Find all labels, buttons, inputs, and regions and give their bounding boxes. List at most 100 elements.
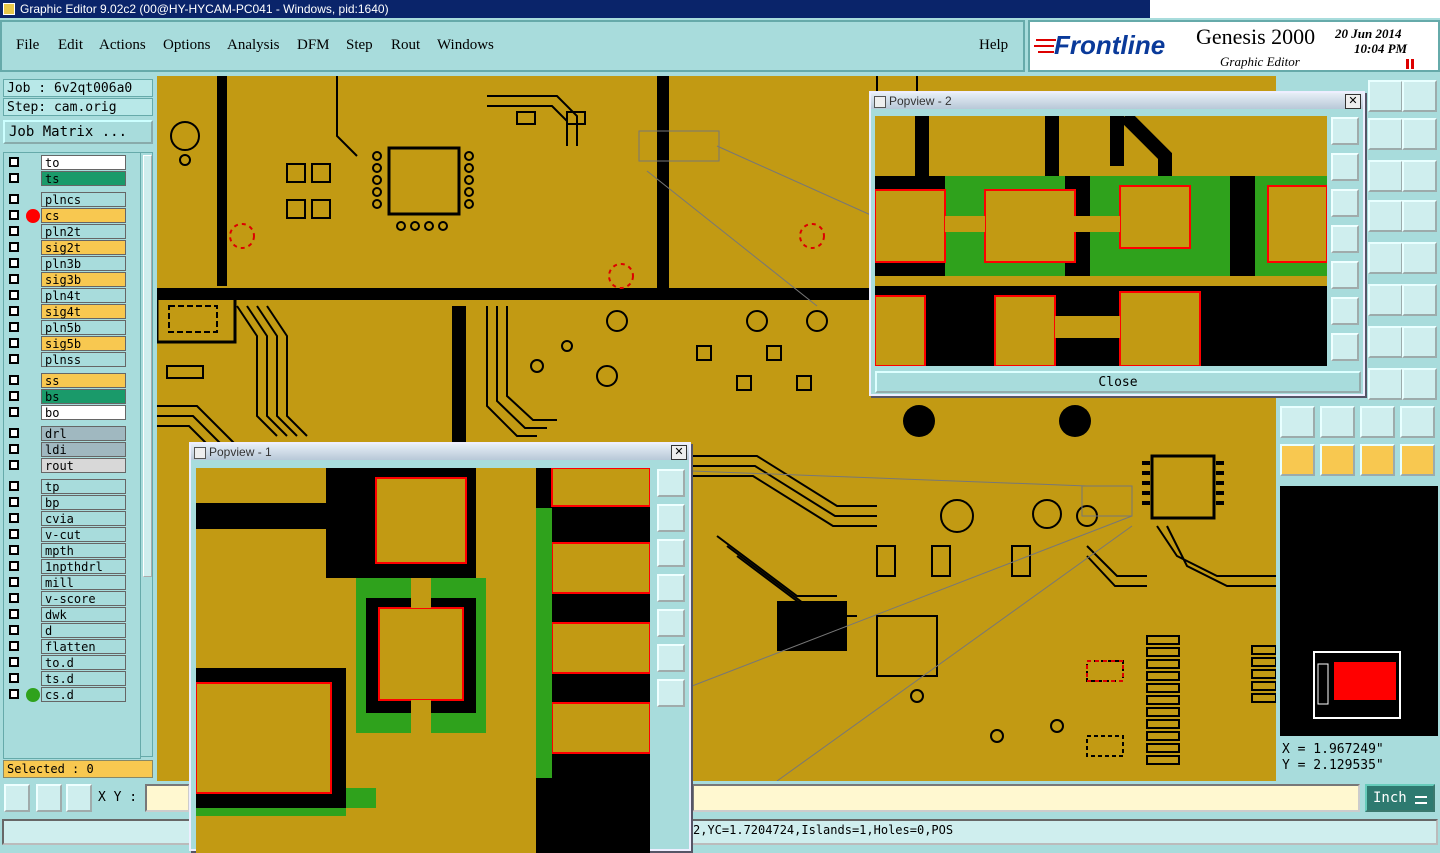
layer-name[interactable]: cs [41,208,126,223]
layer-name[interactable]: sig4t [41,304,126,319]
popview-2-down-icon[interactable] [1331,189,1359,217]
layer-name[interactable]: tp [41,479,126,494]
menu-edit[interactable]: Edit [58,37,83,54]
popview-2-close-button[interactable]: Close [875,371,1361,393]
popview-2-left-icon[interactable] [1331,225,1359,253]
layer-checkbox[interactable] [9,428,19,438]
layer-checkbox[interactable] [9,391,19,401]
layer-name[interactable]: mill [41,575,126,590]
layer-checkbox[interactable] [9,625,19,635]
layer-checkbox[interactable] [9,210,19,220]
layer-row[interactable]: ss [6,373,126,389]
layer-name[interactable]: ts [41,171,126,186]
layer-row[interactable]: ts.d [6,671,126,687]
layer-row[interactable]: bo [6,405,126,421]
layer-row[interactable]: sig4t [6,304,126,320]
layer-compare-icon[interactable] [1368,200,1403,232]
layer-name[interactable]: pln3b [41,256,126,271]
layer-row[interactable]: v-score [6,591,126,607]
pause-icon[interactable] [1406,59,1416,69]
layer-row[interactable]: v-cut [6,527,126,543]
close-icon[interactable]: ✕ [671,445,687,460]
layer-name[interactable]: v-score [41,591,126,606]
scale-1-2-icon[interactable] [1368,160,1403,192]
layer-row[interactable]: to.d [6,655,126,671]
layer-name[interactable]: 1npthdrl [41,559,126,574]
layer-name[interactable]: bs [41,389,126,404]
menu-file[interactable]: File [16,37,39,54]
layer-checkbox[interactable] [9,173,19,183]
layer-row[interactable]: tp [6,479,126,495]
snap-icon[interactable] [1402,118,1437,150]
select-box-icon[interactable] [1320,444,1355,476]
popview-2-zoom-out-icon[interactable] [1331,333,1359,361]
layer-name[interactable]: to.d [41,655,126,670]
menu-options[interactable]: Options [163,37,211,54]
popview-1-view[interactable] [196,468,650,853]
layer-name[interactable]: sig3b [41,272,126,287]
layer-checkbox[interactable] [9,354,19,364]
units-dropdown[interactable]: Inch [1365,784,1435,812]
measure-a2-icon[interactable] [1400,406,1435,438]
layer-checkbox[interactable] [9,529,19,539]
home-icon[interactable] [1368,80,1403,112]
layer-row[interactable]: d [6,623,126,639]
zoom-fit-icon[interactable] [4,784,30,812]
layer-name[interactable]: pln4t [41,288,126,303]
arc-icon[interactable] [1368,326,1403,358]
layer-name[interactable]: to [41,155,126,170]
grid-icon[interactable] [66,784,92,812]
measure-arrow-icon[interactable] [1320,406,1355,438]
window-layout-icon[interactable] [1402,80,1437,112]
layer-checkbox[interactable] [9,375,19,385]
layer-row[interactable]: cs [6,208,126,224]
layer-checkbox[interactable] [9,274,19,284]
layer-row[interactable]: drl [6,426,126,442]
layer-checkbox[interactable] [9,194,19,204]
layer-row[interactable]: sig5b [6,336,126,352]
layer-name[interactable]: dwk [41,607,126,622]
layer-name[interactable]: plnss [41,352,126,367]
layer-checkbox[interactable] [9,322,19,332]
popview-1-right-icon[interactable] [657,609,685,637]
layer-name[interactable]: bp [41,495,126,510]
group-icon[interactable] [1402,368,1437,400]
layer-row[interactable]: rout [6,458,126,474]
layer-row[interactable]: bp [6,495,126,511]
popview-2-up-icon[interactable] [1331,153,1359,181]
close-icon[interactable]: ✕ [1345,94,1361,109]
menu-dfm[interactable]: DFM [297,37,330,54]
pad-icon[interactable] [1402,242,1437,274]
layer-checkbox[interactable] [9,545,19,555]
ruler-icon[interactable] [1368,242,1403,274]
layer-checkbox[interactable] [9,338,19,348]
job-matrix-button[interactable]: Job Matrix ... [3,120,153,144]
layer-checkbox[interactable] [9,657,19,667]
layer-row[interactable]: mill [6,575,126,591]
layer-compare-active-icon[interactable] [1402,200,1437,232]
layer-checkbox[interactable] [9,497,19,507]
layer-row[interactable]: pln5b [6,320,126,336]
select-edit-icon[interactable] [1360,444,1395,476]
popview-1-down-icon[interactable] [657,539,685,567]
layer-name[interactable]: mpth [41,543,126,558]
layer-row[interactable]: plnss [6,352,126,368]
layer-row[interactable]: plncs [6,192,126,208]
popview-1-zoom-out-icon[interactable] [657,679,685,707]
popview-1-up-icon[interactable] [657,504,685,532]
popview-2-zoom-in-icon[interactable] [1331,297,1359,325]
layer-checkbox[interactable] [9,689,19,699]
select-pointer-icon[interactable] [1280,444,1315,476]
layer-name[interactable]: rout [41,458,126,473]
layer-row[interactable]: sig2t [6,240,126,256]
layer-row[interactable]: flatten [6,639,126,655]
layer-row[interactable]: to [6,155,126,171]
layer-name[interactable]: cs.d [41,687,126,702]
layer-name[interactable]: bo [41,405,126,420]
layer-checkbox[interactable] [9,673,19,683]
layer-row[interactable]: sig3b [6,272,126,288]
layer-row[interactable]: ts [6,171,126,187]
layer-name[interactable]: pln2t [41,224,126,239]
layer-row[interactable]: dwk [6,607,126,623]
layer-checkbox[interactable] [9,226,19,236]
